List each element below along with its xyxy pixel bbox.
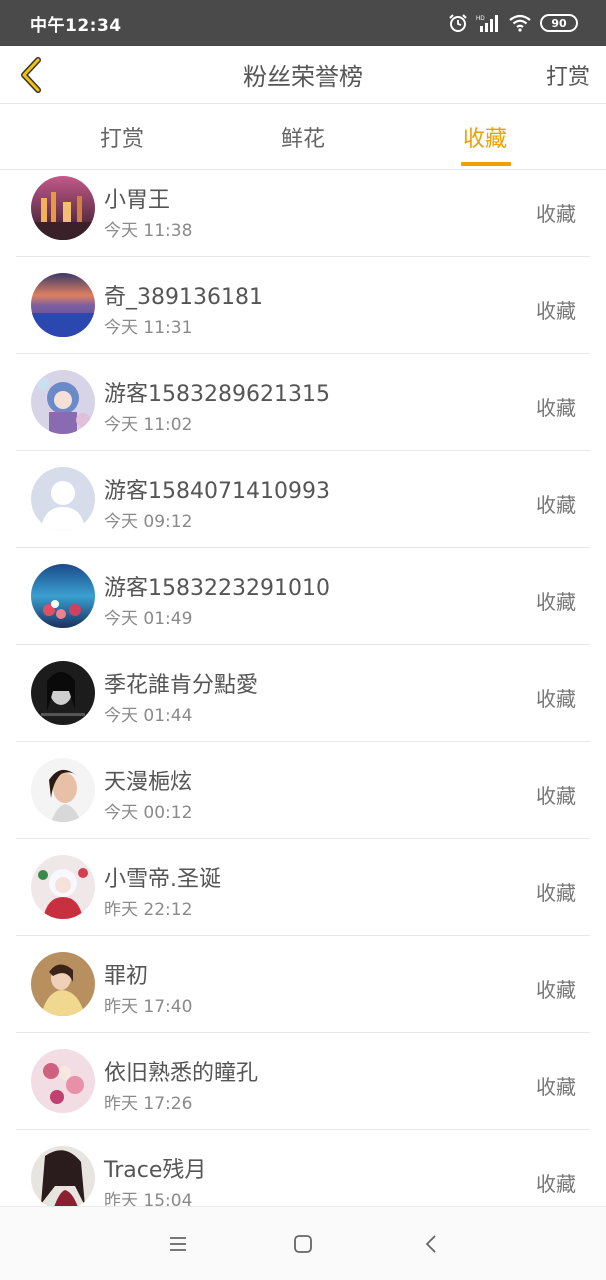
user-name: 游客1584071410993 [104, 479, 330, 504]
menu-icon [170, 1237, 186, 1251]
active-tab-indicator [461, 162, 511, 166]
list-item[interactable]: 游客1583289621315 今天 11:02 收藏 [16, 354, 590, 451]
list-item[interactable]: Trace残月 昨天 15:04 收藏 [16, 1130, 590, 1206]
tab-tip[interactable]: 打赏 [62, 104, 182, 170]
avatar[interactable] [31, 758, 95, 822]
list-item[interactable]: 季花誰肯分點愛 今天 01:44 收藏 [16, 645, 590, 742]
user-time: 昨天 15:04 [104, 1191, 193, 1206]
collect-label: 收藏 [536, 396, 576, 420]
user-name: 小雪帝.圣诞 [104, 867, 221, 892]
collect-label: 收藏 [536, 202, 576, 226]
user-name: 游客1583289621315 [104, 382, 330, 407]
back-arrow-icon [425, 1235, 436, 1253]
page-title: 粉丝荣誉榜 [243, 63, 363, 91]
avatar[interactable] [31, 661, 95, 725]
system-nav-bar [0, 1206, 606, 1280]
list-item[interactable]: 罪初 昨天 17:40 收藏 [16, 936, 590, 1033]
user-name: 奇_389136181 [104, 285, 263, 310]
home-button[interactable] [290, 1231, 316, 1257]
home-square-icon [294, 1235, 312, 1253]
user-name: 季花誰肯分點愛 [104, 673, 259, 698]
collect-label: 收藏 [536, 493, 576, 517]
battery-icon: 90 [540, 14, 578, 32]
list-item[interactable]: 奇_389136181 今天 11:31 收藏 [16, 257, 590, 354]
tip-button[interactable]: 打赏 [546, 59, 590, 91]
collect-label: 收藏 [536, 881, 576, 905]
avatar[interactable] [31, 855, 95, 919]
alarm-icon [449, 14, 467, 32]
user-name: 依旧熟悉的瞳孔 [104, 1061, 259, 1086]
user-time: 今天 11:02 [104, 415, 193, 435]
avatar[interactable] [31, 273, 95, 337]
user-time: 今天 01:49 [104, 609, 193, 629]
tab-flowers[interactable]: 鲜花 [243, 104, 363, 170]
user-time: 今天 01:44 [104, 706, 193, 726]
collect-label: 收藏 [536, 1075, 576, 1099]
user-time: 今天 00:12 [104, 803, 193, 823]
collect-label: 收藏 [536, 978, 576, 1002]
svg-text:HD: HD [476, 16, 485, 22]
signal-icon: HD [476, 15, 498, 32]
list-item[interactable]: 天漫梔炫 今天 00:12 收藏 [16, 742, 590, 839]
user-time: 昨天 17:26 [104, 1094, 193, 1114]
system-back-button[interactable] [418, 1231, 444, 1257]
list-item[interactable]: 小雪帝.圣诞 昨天 22:12 收藏 [16, 839, 590, 936]
avatar[interactable] [31, 370, 95, 434]
tab-label: 鲜花 [280, 127, 325, 152]
status-icons: HD 90 [448, 13, 578, 33]
status-bar: 中午12:34 HD 90 [0, 0, 606, 46]
nav-bar: 粉丝荣誉榜 打赏 [0, 46, 606, 104]
user-name: Trace残月 [104, 1158, 207, 1183]
avatar[interactable] [31, 1146, 95, 1206]
user-name: 天漫梔炫 [104, 770, 193, 795]
tab-bar: 打赏 鲜花 收藏 [0, 104, 606, 170]
user-time: 昨天 17:40 [104, 997, 193, 1017]
user-time: 昨天 22:12 [104, 900, 193, 920]
avatar[interactable] [31, 467, 95, 531]
avatar[interactable] [31, 176, 95, 240]
list-item[interactable]: 小胃王 今天 11:38 收藏 [16, 170, 590, 257]
wifi-icon [509, 14, 531, 32]
status-time: 中午12:34 [30, 15, 122, 36]
list-item[interactable]: 游客1583223291010 今天 01:49 收藏 [16, 548, 590, 645]
user-time: 今天 09:12 [104, 512, 193, 532]
collect-label: 收藏 [536, 784, 576, 808]
fan-list[interactable]: 小胃王 今天 11:38 收藏 奇_389136181 今天 11:31 收藏 … [0, 170, 606, 1206]
tab-label: 收藏 [462, 127, 507, 152]
battery-level: 90 [551, 16, 567, 30]
user-time: 今天 11:31 [104, 318, 193, 338]
user-name: 游客1583223291010 [104, 576, 330, 601]
avatar[interactable] [31, 1049, 95, 1113]
menu-button[interactable] [165, 1231, 191, 1257]
list-item[interactable]: 依旧熟悉的瞳孔 昨天 17:26 收藏 [16, 1033, 590, 1130]
collect-label: 收藏 [536, 299, 576, 323]
collect-label: 收藏 [536, 687, 576, 711]
collect-label: 收藏 [536, 1172, 576, 1196]
user-name: 罪初 [104, 964, 149, 989]
tab-collect[interactable]: 收藏 [425, 104, 545, 170]
tab-label: 打赏 [99, 127, 144, 152]
collect-label: 收藏 [536, 590, 576, 614]
avatar[interactable] [31, 564, 95, 628]
avatar[interactable] [31, 952, 95, 1016]
user-time: 今天 11:38 [104, 221, 193, 241]
user-name: 小胃王 [104, 188, 171, 213]
list-item[interactable]: 游客1584071410993 今天 09:12 收藏 [16, 451, 590, 548]
